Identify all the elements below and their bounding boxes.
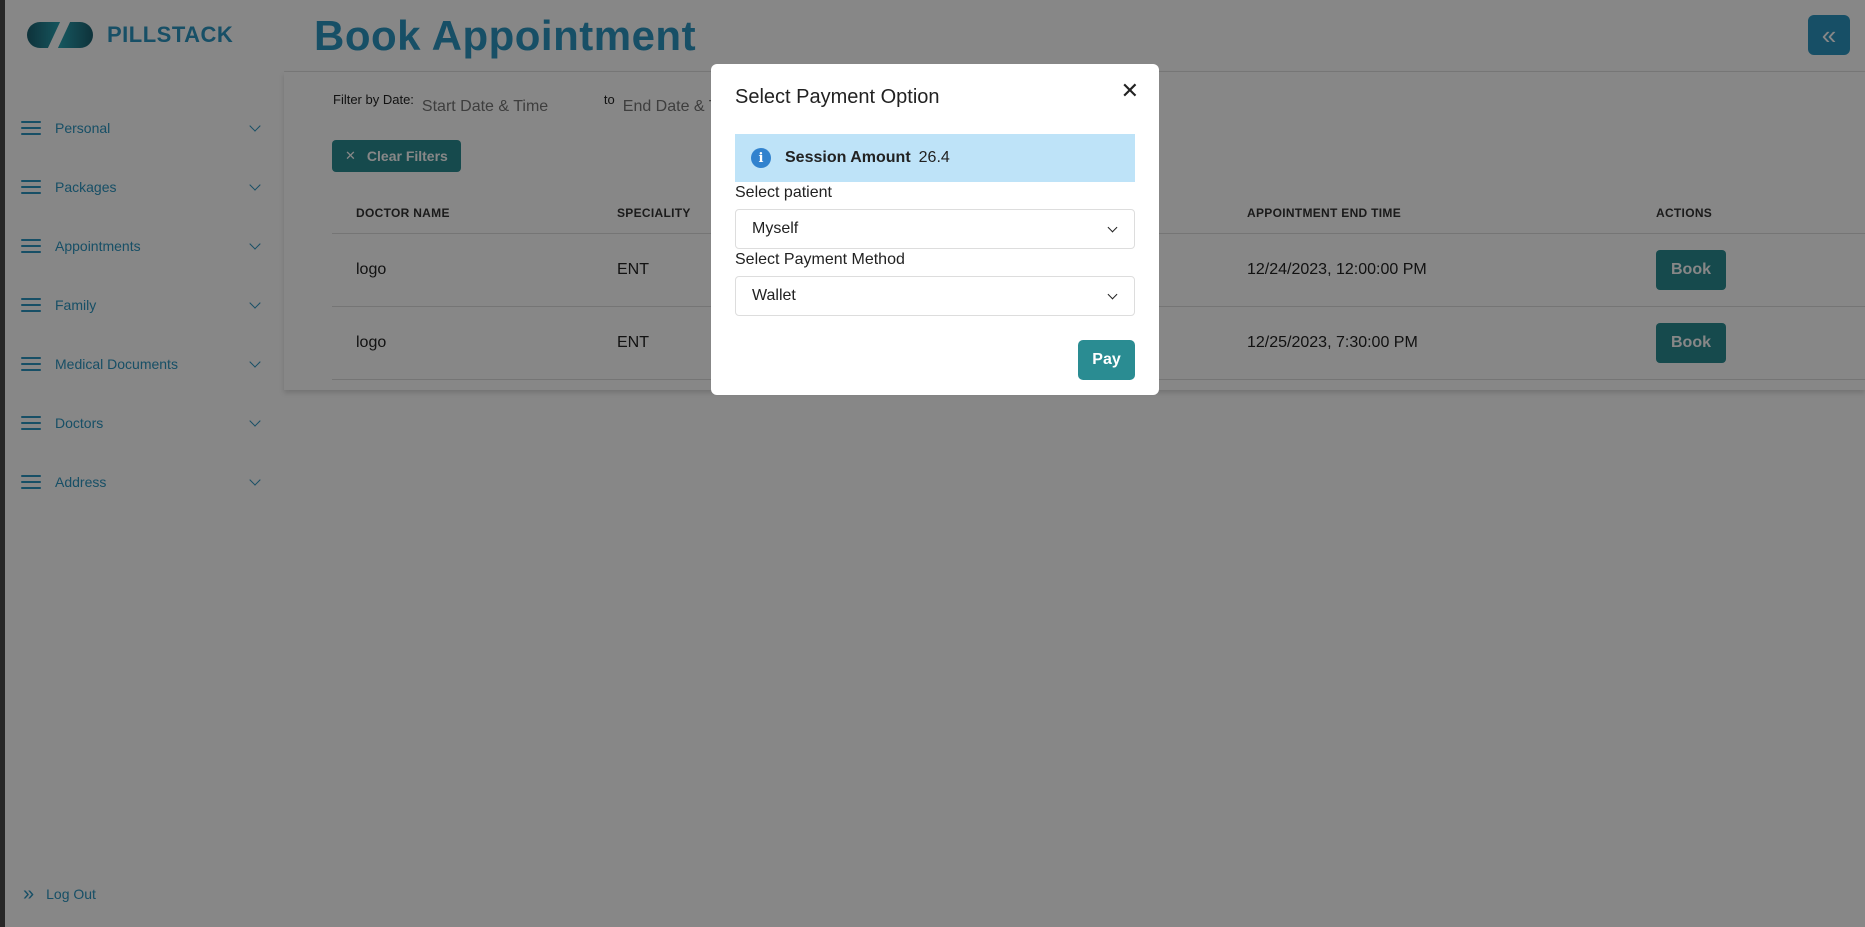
info-icon: i bbox=[751, 148, 771, 168]
chevron-down-icon bbox=[1107, 289, 1118, 300]
session-amount-alert: i Session Amount 26.4 bbox=[735, 134, 1135, 182]
close-icon[interactable]: ✕ bbox=[1121, 78, 1139, 104]
session-amount-value: 26.4 bbox=[918, 149, 950, 166]
payment-method-value: Wallet bbox=[752, 287, 796, 304]
modal-title: Select Payment Option bbox=[735, 86, 940, 108]
alert-title: Session Amount bbox=[785, 149, 911, 166]
payment-method-select[interactable]: Wallet bbox=[735, 276, 1135, 316]
payment-modal: Select Payment Option ✕ i Session Amount… bbox=[711, 64, 1159, 395]
pay-button[interactable]: Pay bbox=[1078, 340, 1135, 380]
patient-select[interactable]: Myself bbox=[735, 209, 1135, 249]
patient-label: Select patient bbox=[735, 184, 832, 201]
payment-method-label: Select Payment Method bbox=[735, 251, 905, 268]
chevron-down-icon bbox=[1107, 222, 1118, 233]
patient-select-value: Myself bbox=[752, 220, 799, 237]
